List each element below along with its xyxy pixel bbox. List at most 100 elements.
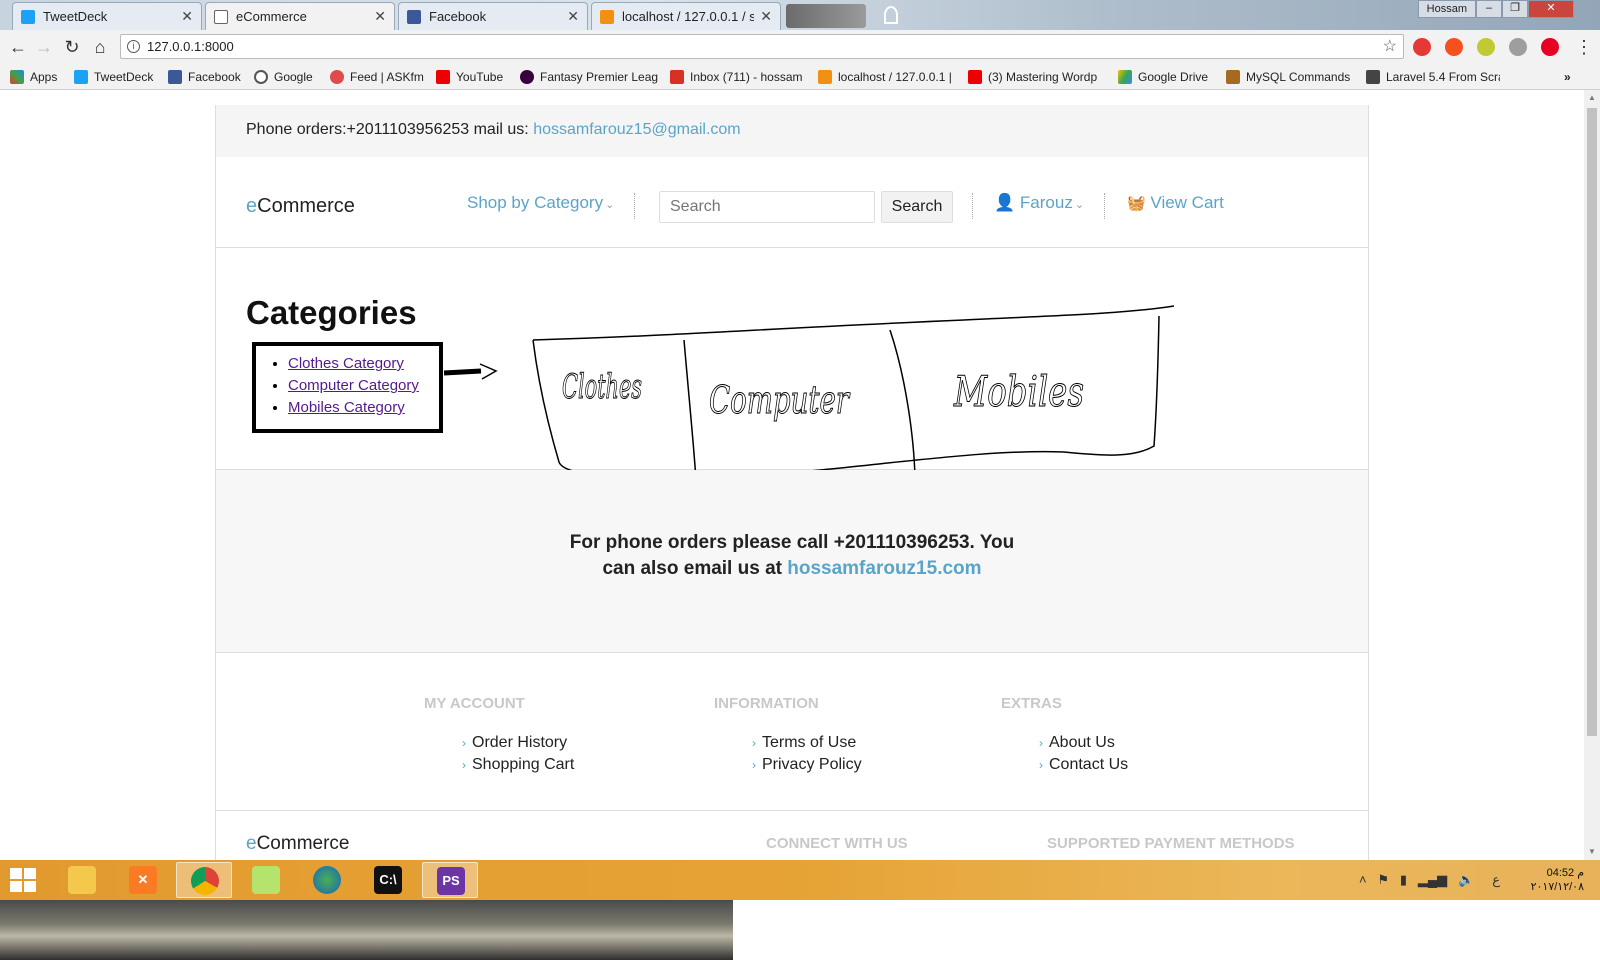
bookmark-localhost[interactable]: localhost / 127.0.0.1 |	[818, 68, 954, 86]
tab-ecommerce[interactable]: eCommerce ✕	[205, 2, 395, 30]
phpstorm-icon: PS	[437, 867, 465, 895]
bookmark-label: Facebook	[188, 70, 241, 84]
search-input[interactable]	[659, 191, 875, 223]
bookmark-apps[interactable]: Apps	[10, 68, 64, 86]
top-email-link[interactable]: hossamfarouz15@gmail.com	[533, 121, 740, 138]
taskbar-sticky-notes[interactable]	[238, 862, 294, 898]
footer-link-contact[interactable]: › Contact Us	[1039, 754, 1128, 776]
bookmark-tweetdeck[interactable]: TweetDeck	[74, 68, 160, 86]
footer-logo[interactable]: eCommerce	[246, 833, 349, 855]
bookmark-label: (3) Mastering Wordp	[988, 70, 1098, 84]
basket-icon: 🧺	[1127, 195, 1146, 212]
footer-link-order-history[interactable]: › Order History	[462, 732, 574, 754]
taskbar-command-prompt[interactable]: C:\	[360, 862, 416, 898]
close-icon[interactable]: ✕	[181, 8, 193, 25]
bookmark-laravel[interactable]: Laravel 5.4 From Scra	[1366, 68, 1500, 86]
clock-time: 04:52 م	[1546, 867, 1584, 879]
bookmark-google[interactable]: Google	[254, 68, 324, 86]
power-icon[interactable]: ▮	[1400, 872, 1407, 887]
info-icon[interactable]: i	[127, 40, 140, 53]
home-icon[interactable]: ⌂	[88, 35, 112, 59]
network-icon[interactable]: ▂▄▆	[1418, 872, 1447, 887]
top-contact-strip: Phone orders:+2011103956253 mail us: hos…	[216, 105, 1368, 157]
pinterest-icon[interactable]	[1541, 38, 1559, 56]
taskbar-xampp[interactable]: ✕	[115, 862, 171, 898]
search-button[interactable]: Search	[881, 191, 953, 223]
new-tab-button[interactable]	[786, 4, 866, 28]
bookmark-facebook[interactable]: Facebook	[168, 68, 246, 86]
reload-icon[interactable]: ↻	[60, 35, 84, 59]
scrollbar-thumb[interactable]	[1587, 108, 1597, 736]
close-icon[interactable]: ✕	[567, 8, 579, 25]
forward-icon[interactable]: →	[32, 35, 56, 59]
bookmark-gmail[interactable]: Inbox (711) - hossam	[670, 68, 806, 86]
extension-icon[interactable]	[1445, 38, 1463, 56]
taskbar-chrome[interactable]	[176, 862, 232, 898]
tab-phpmyadmin[interactable]: localhost / 127.0.0.1 / sh ✕	[591, 2, 781, 30]
system-clock[interactable]: 04:52 م ٢٠١٧/١٢/٠٨	[1531, 866, 1584, 894]
phpmyadmin-icon	[600, 9, 614, 24]
desktop-wallpaper-photo	[0, 900, 733, 960]
google-drive-icon	[1118, 70, 1132, 84]
category-link-computer[interactable]: Computer Category	[288, 377, 419, 394]
scroll-down-icon[interactable]: ▼	[1584, 844, 1600, 860]
category-link-clothes[interactable]: Clothes Category	[288, 355, 404, 372]
footer-link-terms[interactable]: › Terms of Use	[752, 732, 862, 754]
terminal-icon: C:\	[374, 866, 402, 894]
windows-start-icon[interactable]	[10, 868, 36, 892]
twitter-icon	[74, 70, 88, 84]
bookmark-label: TweetDeck	[94, 70, 154, 84]
back-icon[interactable]: ←	[6, 35, 30, 59]
close-icon[interactable]: ✕	[374, 8, 386, 25]
user-menu-dropdown[interactable]: 👤 Farouz ⌄	[994, 193, 1084, 213]
view-cart-link[interactable]: 🧺 View Cart	[1127, 193, 1224, 213]
bookmark-google-drive[interactable]: Google Drive	[1118, 68, 1218, 86]
address-bar[interactable]: i 127.0.0.1:8000 ☆	[120, 34, 1404, 59]
bookmark-label: Apps	[30, 70, 58, 84]
bookmark-askfm[interactable]: Feed | ASKfm	[330, 68, 426, 86]
tab-label: eCommerce	[236, 9, 307, 24]
phone-band-email-link[interactable]: hossamfarouz15.com	[787, 558, 981, 579]
restore-button[interactable]: ❐	[1502, 0, 1528, 18]
scroll-up-icon[interactable]: ▲	[1584, 90, 1600, 106]
tray-chevron-icon[interactable]: ˄	[1359, 872, 1367, 887]
chevron-right-icon: ›	[752, 736, 756, 750]
bookmark-mastering-wordpress[interactable]: (3) Mastering Wordp	[968, 68, 1108, 86]
footer-link-about[interactable]: › About Us	[1039, 732, 1128, 754]
tab-tweetdeck[interactable]: TweetDeck ✕	[12, 2, 202, 30]
bookmark-label: Laravel 5.4 From Scra	[1386, 70, 1500, 84]
footer-link-shopping-cart[interactable]: › Shopping Cart	[462, 754, 574, 776]
bookmark-label: YouTube	[456, 70, 504, 84]
view-cart-label: View Cart	[1150, 193, 1224, 212]
payment-methods-heading: SUPPORTED PAYMENT METHODS	[1047, 835, 1295, 852]
bookmarks-overflow-button[interactable]: »	[1564, 68, 1584, 86]
page-scrollbar[interactable]: ▲ ▼	[1584, 90, 1600, 860]
site-logo[interactable]: eCommerce	[246, 195, 355, 218]
list-item: Clothes Category	[288, 353, 419, 375]
blank-area	[733, 900, 1600, 960]
language-indicator[interactable]: ع	[1492, 872, 1500, 887]
bookmark-fantasy-premier-league[interactable]: Fantasy Premier Leag	[520, 68, 658, 86]
tab-facebook[interactable]: Facebook ✕	[398, 2, 588, 30]
extension-icon[interactable]	[1509, 38, 1527, 56]
shop-by-category-dropdown[interactable]: Shop by Category ⌄	[467, 193, 614, 213]
volume-icon[interactable]: 🔈	[1458, 872, 1474, 887]
close-icon[interactable]: ✕	[760, 8, 772, 25]
extension-icon[interactable]	[1477, 38, 1495, 56]
bookmark-label: Fantasy Premier Leag	[540, 70, 658, 84]
taskbar-file-explorer[interactable]	[54, 862, 110, 898]
footer-column-information: INFORMATION › Terms of Use › Privacy Polic…	[714, 695, 862, 776]
action-center-icon[interactable]: ⚑	[1377, 872, 1389, 887]
twitter-icon	[21, 9, 35, 24]
minimize-button[interactable]: –	[1476, 0, 1502, 18]
bookmark-star-icon[interactable]: ☆	[1383, 35, 1397, 58]
taskbar-internet-download-manager[interactable]	[299, 862, 355, 898]
menu-icon[interactable]: ⋮	[1572, 35, 1596, 59]
extension-icon[interactable]	[1413, 38, 1431, 56]
footer-link-privacy[interactable]: › Privacy Policy	[752, 754, 862, 776]
bookmark-mysql-commands[interactable]: MySQL Commands	[1226, 68, 1356, 86]
bookmark-youtube[interactable]: YouTube	[436, 68, 512, 86]
category-link-mobiles[interactable]: Mobiles Category	[288, 399, 405, 416]
taskbar-phpstorm[interactable]: PS	[422, 862, 478, 898]
window-close-button[interactable]: ✕	[1528, 0, 1574, 18]
